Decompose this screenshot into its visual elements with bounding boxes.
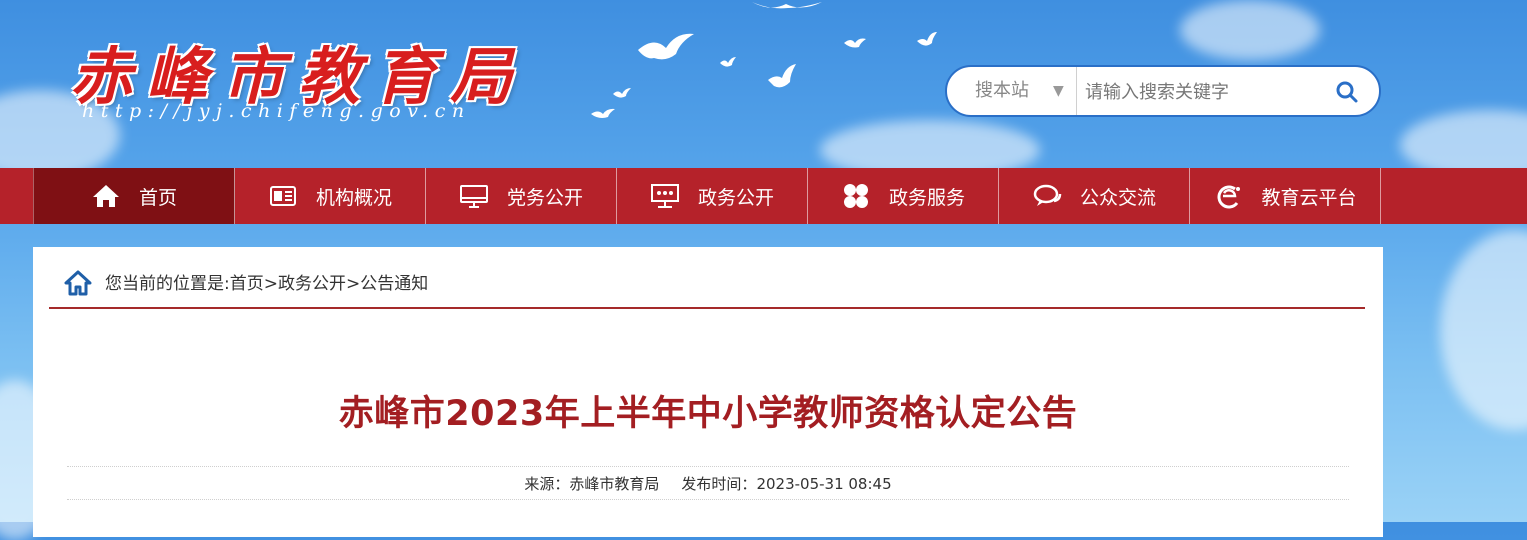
- cloud: [1440, 230, 1527, 430]
- search-box: 搜本站 ▼: [945, 65, 1381, 117]
- search-scope-label: 搜本站: [975, 80, 1029, 101]
- source-value: 赤峰市教育局: [569, 475, 660, 493]
- source-label: 来源：: [524, 475, 570, 493]
- nav-item-education-cloud[interactable]: 教育云平台: [1190, 168, 1381, 224]
- article-title: 赤峰市2023年上半年中小学教师资格认定公告: [338, 394, 1078, 434]
- nav-item-label: 公众交流: [1079, 186, 1156, 209]
- nav-item-label: 政务服务: [888, 186, 965, 209]
- dove-icon: [613, 88, 631, 98]
- nav-item-government-affairs[interactable]: 政务公开: [617, 168, 808, 224]
- nav-item-label: 政务公开: [697, 186, 774, 209]
- presentation-icon: [650, 184, 679, 208]
- nav-item-label: 机构概况: [315, 186, 392, 209]
- site-logo-url: http://jyj.chifeng.gov.cn: [82, 100, 471, 122]
- search-input[interactable]: [1083, 73, 1317, 111]
- nav-item-party-affairs[interactable]: 党务公开: [426, 168, 617, 224]
- dove-icon: [768, 64, 796, 88]
- nav-item-public-communication[interactable]: 公众交流: [999, 168, 1190, 224]
- nav-item-label: 首页: [138, 186, 177, 209]
- nav-item-label: 党务公开: [506, 186, 583, 209]
- monitor-icon: [459, 185, 488, 208]
- newspaper-icon: [269, 186, 296, 206]
- dove-icon: [591, 108, 615, 118]
- nav-item-home[interactable]: 首页: [33, 168, 235, 224]
- dove-icon: [638, 33, 694, 60]
- dove-icon: [720, 57, 736, 67]
- home-icon: [92, 185, 119, 207]
- breadcrumb: 您当前的位置是:首页>政务公开>公告通知: [49, 269, 1365, 309]
- nav-item-label: 教育云平台: [1261, 186, 1357, 209]
- cloud-e-icon: [1218, 185, 1241, 209]
- home-icon[interactable]: [63, 269, 93, 297]
- main-content: 您当前的位置是:首页>政务公开>公告通知 赤峰市2023年上半年中小学教师资格认…: [33, 247, 1383, 537]
- search-icon[interactable]: [1335, 80, 1359, 104]
- date-value: 2023-05-31 08:45: [756, 475, 892, 493]
- dove-icon: [752, 2, 822, 9]
- dove-icon: [844, 38, 866, 48]
- breadcrumb-text[interactable]: 您当前的位置是:首页>政务公开>公告通知: [105, 269, 428, 299]
- chat-icon: [1033, 184, 1062, 206]
- grid-icon: [843, 184, 868, 208]
- search-scope-select[interactable]: 搜本站 ▼: [947, 67, 1077, 115]
- dropdown-arrow-icon: ▼: [1053, 83, 1064, 99]
- dove-icon: [917, 32, 937, 46]
- site-header: 赤峰市教育局 http://jyj.chifeng.gov.cn 搜本站 ▼: [0, 0, 1527, 168]
- date-label: 发布时间：: [681, 475, 757, 493]
- nav-item-government-services[interactable]: 政务服务: [808, 168, 999, 224]
- article-meta: 来源：赤峰市教育局 发布时间：2023-05-31 08:45: [67, 466, 1349, 500]
- main-nav: 首页 机构概况 党务公开 政务公开 政务服务 公众交流 教育云平台: [0, 168, 1527, 224]
- nav-item-about[interactable]: 机构概况: [235, 168, 426, 224]
